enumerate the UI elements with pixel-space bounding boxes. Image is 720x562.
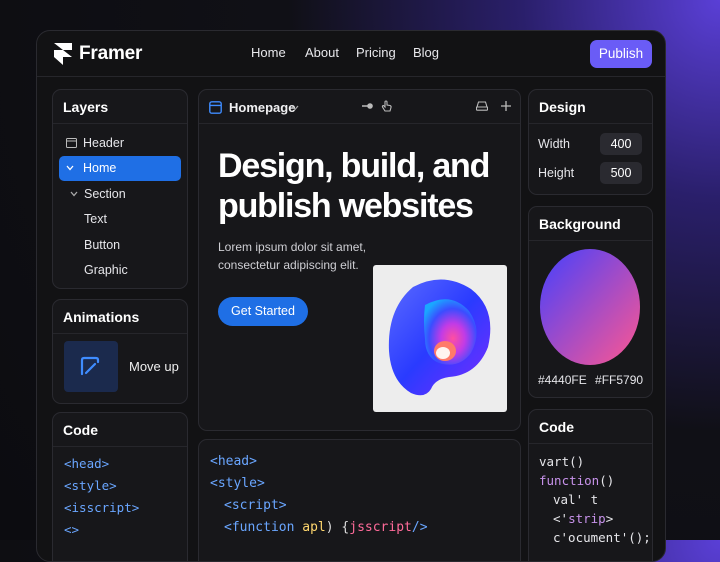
nav-home[interactable]: Home	[251, 45, 286, 60]
publish-button[interactable]: Publish	[590, 40, 652, 68]
frame-icon	[66, 138, 77, 148]
nav-about[interactable]: About	[305, 45, 339, 60]
animation-label: Move up	[129, 359, 179, 374]
code-line: <>	[64, 522, 80, 537]
layer-graphic[interactable]: Graphic	[59, 258, 181, 283]
code-line: val' t	[553, 492, 599, 507]
nav-blog[interactable]: Blog	[413, 45, 439, 60]
animations-panel: Animations Move up	[52, 299, 188, 404]
code-line: <style>	[64, 478, 117, 493]
app-window: Framer Home About Pricing Blog Publish L…	[36, 30, 666, 562]
layers-panel: Layers Header Home Section Text Button G…	[52, 89, 188, 289]
layer-home[interactable]: Home	[59, 156, 181, 181]
code-line: vart()	[539, 454, 585, 469]
width-input[interactable]: 400	[600, 133, 642, 155]
code-editor[interactable]: <head> <style> <script> <function apl) {…	[198, 439, 521, 561]
width-label: Width	[538, 137, 570, 151]
design-panel: Design Width 400 Height 500	[528, 89, 653, 195]
hero-headline: Design, build, and publish websites	[218, 147, 490, 225]
layer-header[interactable]: Header	[59, 131, 181, 156]
height-input[interactable]: 500	[600, 162, 642, 184]
color-stop-a[interactable]: #4440FE	[538, 373, 587, 387]
hero-body: Lorem ipsum dolor sit amet, consectetur …	[218, 240, 367, 272]
canvas-panel: Homepage Design, build, and publish webs…	[198, 89, 521, 431]
code-line: <isscript>	[64, 500, 140, 515]
torus-graphic-icon	[388, 279, 491, 396]
background-title: Background	[539, 216, 621, 232]
animation-preview[interactable]	[64, 341, 118, 392]
add-icon[interactable]	[500, 100, 512, 112]
code-line: <style>	[210, 476, 265, 491]
code-line: <head>	[64, 456, 110, 471]
code-line: <'strip>	[553, 511, 614, 526]
gradient-preview[interactable]	[539, 248, 641, 366]
code-line: <function apl) {jsscript/>	[224, 520, 428, 535]
nav-pricing[interactable]: Pricing	[356, 45, 396, 60]
code-line: <script>	[224, 498, 287, 513]
layers-title: Layers	[63, 99, 109, 115]
code-title-left: Code	[63, 422, 98, 438]
gradient-stops: #4440FE #FF5790	[538, 373, 643, 387]
chevron-down-icon[interactable]	[291, 105, 299, 111]
framer-logo-icon	[54, 43, 72, 65]
layer-button[interactable]: Button	[59, 233, 181, 258]
hand-icon[interactable]	[381, 100, 393, 112]
move-up-icon	[80, 356, 100, 376]
brand-name: Framer	[79, 43, 143, 64]
animations-title: Animations	[63, 309, 140, 325]
chevron-down-icon	[70, 191, 78, 197]
hero-graphic[interactable]	[373, 265, 507, 412]
get-started-button[interactable]: Get Started	[218, 297, 308, 326]
code-line: function()	[539, 473, 615, 488]
code-title-right: Code	[539, 419, 574, 435]
code-line: c'ocument'();	[553, 530, 651, 545]
background-panel: Background #4440FE #FF5790	[528, 206, 653, 398]
code-panel-right: Code vart() function() val' t <'strip> c…	[528, 409, 653, 561]
top-bar: Framer Home About Pricing Blog Publish	[37, 31, 665, 77]
device-icon[interactable]	[476, 101, 488, 111]
page-icon	[209, 101, 222, 114]
layer-text[interactable]: Text	[59, 207, 181, 232]
height-label: Height	[538, 166, 575, 180]
code-line: <head>	[210, 454, 257, 469]
chevron-down-icon	[66, 165, 74, 171]
page-name[interactable]: Homepage	[229, 100, 295, 115]
layer-section[interactable]: Section	[59, 182, 181, 207]
design-title: Design	[539, 99, 586, 115]
link-icon[interactable]	[362, 101, 374, 111]
color-stop-b[interactable]: #FF5790	[595, 373, 643, 387]
